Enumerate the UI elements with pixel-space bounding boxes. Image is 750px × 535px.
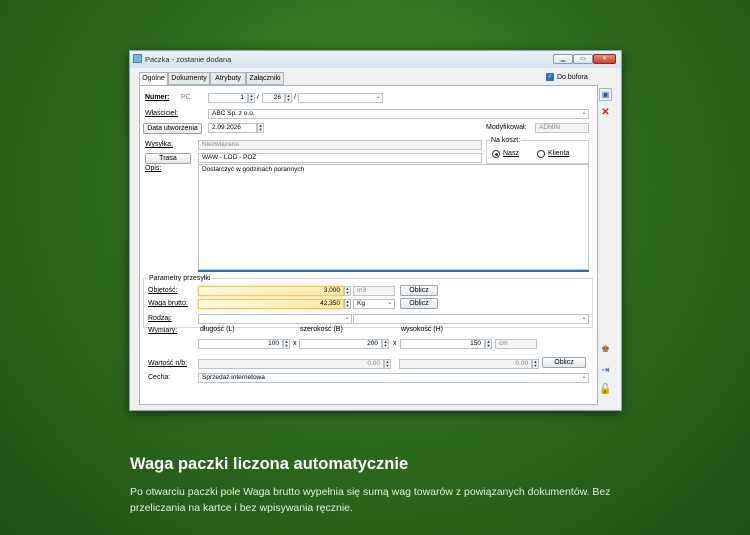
numer-slash-1: / [257,94,259,101]
app-icon [133,54,142,63]
chevron-down-icon[interactable]: ⌄ [580,373,588,383]
caption-title: Waga paczki liczona automatycznie [130,455,409,473]
waga-spinner[interactable]: ▲ ▼ [344,299,351,309]
wartosc-input-1[interactable]: 0,00 [198,359,384,369]
wysokosc-label: wysokość (H) [401,326,444,333]
oblicz-wartosc-button[interactable]: Oblicz [542,357,586,368]
window-title: Paczka - zostanie dodana [145,55,232,64]
numer-month-spinner[interactable]: ▲ ▼ [285,93,292,103]
data-utworzenia-button[interactable]: Data utworzenia [143,123,202,134]
opis-label: Opis: [145,165,162,172]
objetosc-unit: m3 [353,286,395,296]
wartosc-spinner-2[interactable]: ▲ ▼ [532,359,539,369]
objetosc-label: Objętość: [148,287,178,294]
do-bufora-checkbox[interactable]: ✓ [546,73,554,81]
modyfikowal-value: ADMIN [535,123,589,133]
opis-divider [198,270,589,272]
cecha-select[interactable]: Sprzedaż internetowa [198,373,589,383]
wartosc-input-2[interactable]: 0,00 [399,359,532,369]
na-koszt-label: Na koszt: [490,137,522,144]
wlasciciel-select[interactable]: ABC Sp. z o.o. [208,109,589,119]
rodzaj-label: Rodzaj: [148,315,172,322]
chevron-down-icon[interactable]: ⌄ [343,314,351,324]
close-button[interactable]: ✕ [593,54,616,64]
waga-brutto-input[interactable]: 42,350 [198,299,344,309]
minimize-button[interactable]: ▁ [553,54,573,64]
modyfikowal-label: Modyfikował: [486,124,527,131]
oblicz-objetosc-button[interactable]: Oblicz [400,285,438,296]
waga-brutto-label: Waga brutto: [148,300,188,307]
delete-icon[interactable]: ✕ [599,107,612,120]
szerokosc-spinner[interactable]: ▲ ▼ [382,339,389,349]
numer-label: Numer: [145,94,170,101]
trasa-input[interactable]: WAW - LOD - POZ [198,153,482,163]
pin-icon[interactable]: ⇥ [599,365,612,378]
general-panel: Numer: PC 1 ▲ ▼ / 26 ▲ ▼ / ⌄ Właściciel: A… [139,85,598,405]
nasz-label: Nasz [503,150,519,157]
params-title: Parametry przesyłki [148,275,212,282]
numer-slash-2: / [294,94,296,101]
szerokosc-label: szerokość (B) [300,326,343,333]
rodzaj-select[interactable] [198,314,352,324]
title-bar: Paczka - zostanie dodana ▁ ▭ ✕ [130,51,621,68]
wartosc-label: Wartość n/b: [148,360,188,367]
numer-series-select[interactable] [298,93,383,103]
chevron-down-icon[interactable]: ⌄ [386,299,394,309]
caption-text: Po otwarciu paczki pole Waga brutto wype… [130,486,611,514]
wysokosc-input[interactable]: 150 [400,339,485,349]
klienta-radio[interactable] [537,150,545,158]
rodzaj-detail-select[interactable] [353,314,589,324]
numer-input[interactable]: 1 [208,93,248,103]
wysylka-input[interactable]: Niezwiązana [198,140,482,150]
nasz-radio[interactable] [492,150,500,158]
szerokosc-input[interactable]: 200 [299,339,382,349]
times-1: x [293,340,297,347]
tab-atrybuty[interactable]: Atrybuty [210,72,246,85]
tab-ogolne[interactable]: Ogólne [139,72,168,86]
opis-textarea[interactable]: Dostarczyć w godzinach porannych [198,164,589,270]
wymiary-unit: cm [495,339,537,349]
numer-spinner[interactable]: ▲ ▼ [248,93,255,103]
oblicz-waga-button[interactable]: Oblicz [400,298,438,309]
tab-dokumenty[interactable]: Dokumenty [168,72,210,85]
dlugosc-input[interactable]: 100 [198,339,283,349]
do-bufora-label: Do bufora [557,74,588,81]
wartosc-spinner-1[interactable]: ▲ ▼ [384,359,391,369]
wlasciciel-label: Właściciel: [145,110,179,117]
numer-prefix: PC [181,94,191,101]
maximize-button[interactable]: ▭ [573,54,593,64]
times-2: x [393,340,397,347]
chevron-down-icon[interactable]: ⌄ [374,93,382,103]
package-window: Paczka - zostanie dodana ▁ ▭ ✕ Ogólne Do… [129,50,622,411]
tab-zalaczniki[interactable]: Załączniki [246,72,284,85]
cecha-label: Cecha: [148,374,171,381]
data-utworzenia-input[interactable]: 2.09.2026 [208,123,257,133]
users-icon[interactable]: ♚ [599,344,612,357]
save-icon[interactable]: ▣ [599,88,612,101]
wysylka-label: Wysyłka: [145,141,173,148]
chevron-down-icon[interactable]: ⌄ [580,314,588,324]
klienta-label: Klienta [548,150,570,157]
objetosc-spinner[interactable]: ▲ ▼ [344,286,351,296]
numer-month-input[interactable]: 26 [262,93,285,103]
dlugosc-spinner[interactable]: ▲ ▼ [283,339,290,349]
objetosc-input[interactable]: 3,000 [198,286,344,296]
chevron-down-icon[interactable]: ⌄ [580,109,588,119]
data-spinner[interactable]: ▲ ▼ [257,123,264,133]
wymiary-label: Wymiary: [148,327,178,334]
trasa-button[interactable]: Trasa [145,153,191,164]
dlugosc-label: długość (L) [200,326,235,333]
lock-icon[interactable]: 🔓 [599,384,612,397]
wysokosc-spinner[interactable]: ▲ ▼ [485,339,492,349]
